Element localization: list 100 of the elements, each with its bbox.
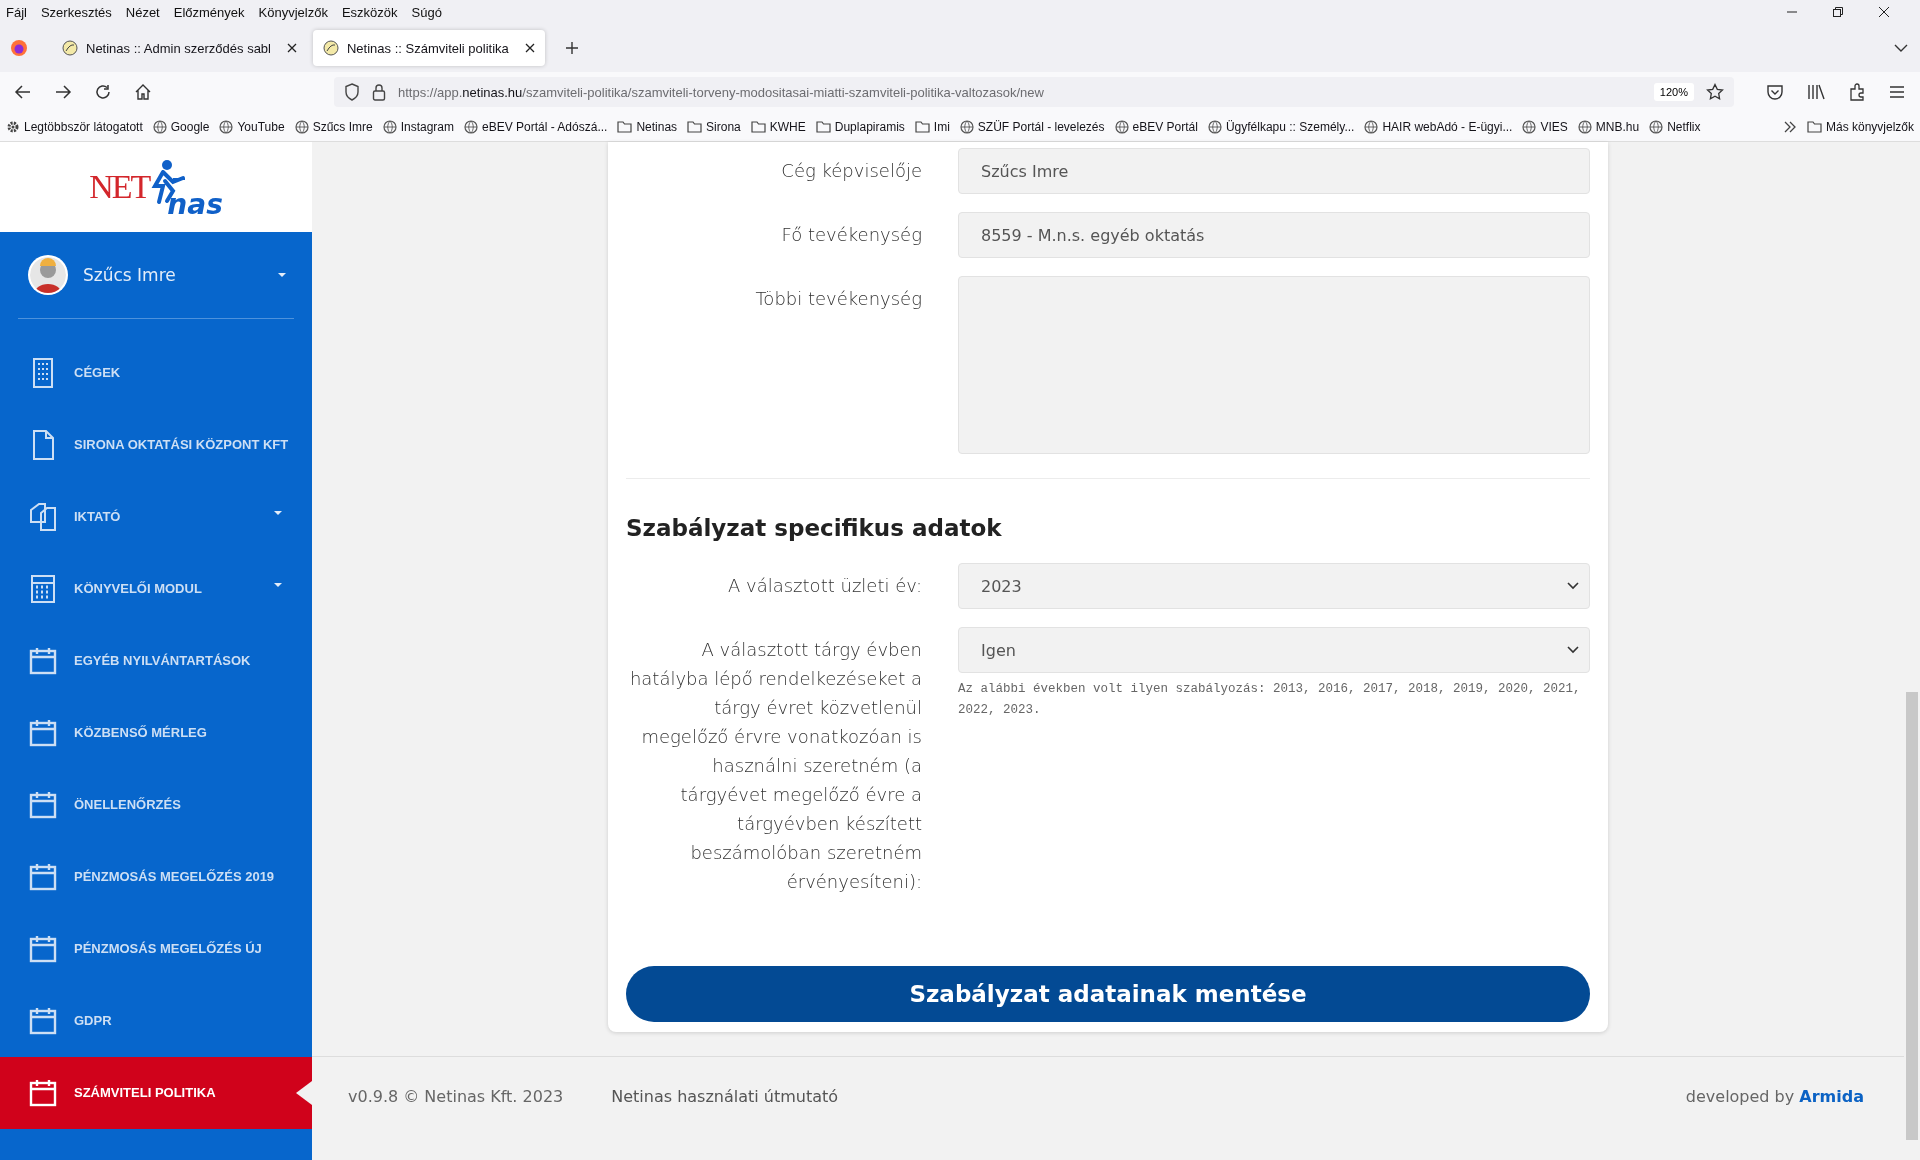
bookmark-folder[interactable]: Más könyvjelzők: [1806, 119, 1914, 134]
avatar-icon: [27, 254, 69, 296]
address-bar[interactable]: https://app.netinas.hu/szamviteli-politika/szamviteli-torveny-modositasai-miatti-szamviteli-politika-valtozasok/new 120%: [334, 77, 1734, 107]
globe-icon: [1577, 119, 1592, 134]
folder-icon: [687, 120, 703, 133]
globe-icon: [1207, 119, 1222, 134]
extensions-icon[interactable]: [1848, 83, 1866, 101]
input-field[interactable]: Szűcs Imre: [958, 148, 1590, 194]
bookmark[interactable]: Sirona: [687, 119, 741, 134]
bookmark[interactable]: SZÜF Portál - levelezés: [959, 119, 1105, 134]
version-text: v0.9.8 © Netinas Kft. 2023: [348, 1087, 564, 1106]
bookmark[interactable]: YouTube: [219, 119, 285, 134]
sidebar-item[interactable]: IKTATÓ: [0, 481, 312, 553]
bookmark[interactable]: Imi: [914, 119, 950, 134]
menu-item[interactable]: Nézet: [125, 4, 160, 20]
sidebar-item[interactable]: PÉNZMOSÁS MEGELŐZÉS ÚJ: [0, 913, 312, 985]
bookmark[interactable]: eBEV Portál - Adószá...: [464, 119, 608, 134]
bookmark[interactable]: VIES: [1522, 119, 1568, 134]
folder-icon: [815, 120, 831, 133]
globe-icon: [1114, 119, 1129, 134]
close-tab-icon[interactable]: [287, 43, 297, 53]
save-button[interactable]: Szabályzat adatainak mentése: [626, 966, 1590, 1022]
zoom-level[interactable]: 120%: [1653, 83, 1694, 101]
menu-item[interactable]: Előzmények: [173, 4, 245, 20]
bookmark[interactable]: Instagram: [382, 119, 454, 134]
browser-logo-icon[interactable]: [10, 39, 28, 57]
select-field[interactable]: 2023: [958, 563, 1590, 609]
close-icon[interactable]: [1878, 6, 1890, 18]
bookmark[interactable]: Netflix: [1649, 119, 1701, 134]
bookmark[interactable]: Legtöbbször látogatott: [6, 119, 143, 134]
select-field[interactable]: Igen: [958, 627, 1590, 673]
bookmark[interactable]: KWHE: [750, 119, 806, 134]
bookmark[interactable]: Netinas: [617, 119, 678, 134]
bookmark[interactable]: HAIR webAdó - E-ügyi...: [1364, 119, 1513, 134]
bookmark[interactable]: eBEV Portál: [1114, 119, 1198, 134]
active-indicator: [296, 1081, 312, 1105]
new-tab-icon[interactable]: [564, 41, 579, 55]
hint-text: Az alábbi években volt ilyen szabályozás: 2013, 2016, 2017, 2018, 2019, 2020, 2021, 2022, 2023.: [958, 681, 1582, 719]
sidebar-item[interactable]: PÉNZMOSÁS MEGELŐZÉS 2019: [0, 841, 312, 913]
menu-item[interactable]: Könyvjelzők: [258, 4, 328, 20]
menu-item[interactable]: Súgó: [411, 4, 442, 20]
menu-item[interactable]: Fájl: [6, 4, 27, 20]
forward-icon[interactable]: [54, 83, 72, 101]
browser-tab[interactable]: Netinas :: Admin szerződés sabl: [52, 30, 307, 66]
sidebar-item[interactable]: SZÁMVITELI POLITIKA: [0, 1057, 312, 1129]
calendar-icon: [28, 717, 58, 749]
folder-icon: [617, 120, 633, 133]
section-title: Szabályzat specifikus adatok: [626, 515, 1003, 541]
developer-credit: developed by Armida: [1685, 1087, 1864, 1106]
lock-icon[interactable]: [372, 83, 386, 101]
user-menu[interactable]: Szűcs Imre: [0, 232, 312, 318]
close-tab-icon[interactable]: [524, 43, 535, 53]
globe-icon: [382, 119, 397, 134]
chevron-down-icon[interactable]: [1567, 646, 1579, 654]
bookmark[interactable]: Ügyfélkapu :: Személy...: [1207, 119, 1355, 134]
library-icon[interactable]: [1806, 83, 1826, 101]
menu-item[interactable]: Szerkesztés: [40, 4, 112, 20]
menu-icon[interactable]: [1888, 83, 1906, 101]
star-icon[interactable]: [1706, 83, 1724, 101]
globe-icon: [1364, 119, 1379, 134]
more-bookmarks-icon[interactable]: [1782, 120, 1797, 133]
menu-item[interactable]: Eszközök: [341, 4, 398, 20]
textarea-field[interactable]: [958, 276, 1590, 454]
bookmark[interactable]: Szűcs Imre: [294, 119, 373, 134]
back-icon[interactable]: [14, 83, 32, 101]
field-label: A választott üzleti év:: [727, 574, 922, 598]
sidebar-item[interactable]: KÖNYVELŐI MODUL: [0, 553, 312, 625]
shield-icon[interactable]: [344, 83, 360, 101]
restore-icon[interactable]: [1832, 6, 1844, 18]
globe-icon: [1522, 119, 1537, 134]
globe-icon: [464, 119, 478, 134]
caret-icon[interactable]: [274, 511, 282, 515]
sidebar-item[interactable]: GDPR: [0, 985, 312, 1057]
calendar-icon: [28, 645, 58, 677]
bookmark[interactable]: MNB.hu: [1577, 119, 1640, 134]
logo[interactable]: NET nas: [0, 142, 312, 232]
chevron-down-icon[interactable]: [1567, 582, 1579, 590]
pocket-icon[interactable]: [1766, 83, 1784, 101]
calendar-icon: [28, 1077, 58, 1109]
guide-link[interactable]: Netinas használati útmutató: [611, 1087, 839, 1106]
globe-icon: [959, 119, 974, 134]
sidebar-item[interactable]: EGYÉB NYILVÁNTARTÁSOK: [0, 625, 312, 697]
browser-tab[interactable]: Netinas :: Számviteli politika: [313, 30, 545, 66]
copy-icon: [28, 501, 58, 533]
input-field[interactable]: 8559 - M.n.s. egyéb oktatás: [958, 212, 1590, 258]
site-favicon-icon: [62, 40, 78, 56]
folder-icon: [750, 120, 766, 133]
sidebar-item[interactable]: CÉGEK: [0, 337, 312, 409]
caret-icon[interactable]: [274, 583, 282, 587]
bookmark[interactable]: Google: [152, 119, 210, 134]
home-icon[interactable]: [134, 83, 152, 101]
sidebar-item[interactable]: KÖZBENSŐ MÉRLEG: [0, 697, 312, 769]
bookmark[interactable]: Duplapiramis: [815, 119, 905, 134]
sidebar-item[interactable]: ÖNELLENŐRZÉS: [0, 769, 312, 841]
calendar-icon: [28, 789, 58, 821]
sidebar-item[interactable]: SIRONA OKTATÁSI KÖZPONT KFT: [0, 409, 312, 481]
chevron-down-icon[interactable]: [1894, 43, 1908, 53]
reload-icon[interactable]: [94, 83, 112, 101]
field-label: Többi tevékenység: [754, 287, 922, 311]
calculator-icon: [28, 573, 58, 605]
